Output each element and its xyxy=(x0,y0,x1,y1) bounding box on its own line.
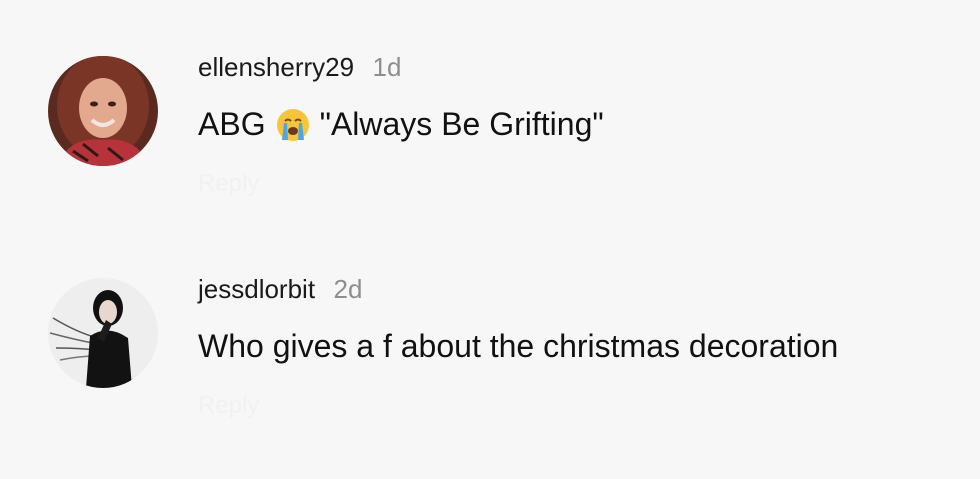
reply-button[interactable]: Reply xyxy=(198,170,259,198)
avatar-image xyxy=(48,278,158,388)
comment-meta: jessdlorbit 2d xyxy=(198,274,362,305)
comment-text: Who gives a f about the christmas decora… xyxy=(198,328,839,364)
username[interactable]: ellensherry29 xyxy=(198,52,354,82)
avatar[interactable] xyxy=(48,278,158,388)
comment-text-part: "Always Be Grifting" xyxy=(319,106,604,142)
timestamp: 2d xyxy=(333,274,363,304)
username[interactable]: jessdlorbit xyxy=(198,274,315,304)
avatar-image xyxy=(48,56,158,166)
timestamp: 1d xyxy=(372,52,402,82)
comment-text: ABG "Always Be Grifting" xyxy=(198,106,604,143)
comment-meta: ellensherry29 1d xyxy=(198,52,401,83)
reply-button[interactable]: Reply xyxy=(198,392,259,420)
avatar[interactable] xyxy=(48,56,158,166)
loudly-crying-face-icon xyxy=(276,108,309,141)
comment-text-part: ABG xyxy=(198,106,266,142)
